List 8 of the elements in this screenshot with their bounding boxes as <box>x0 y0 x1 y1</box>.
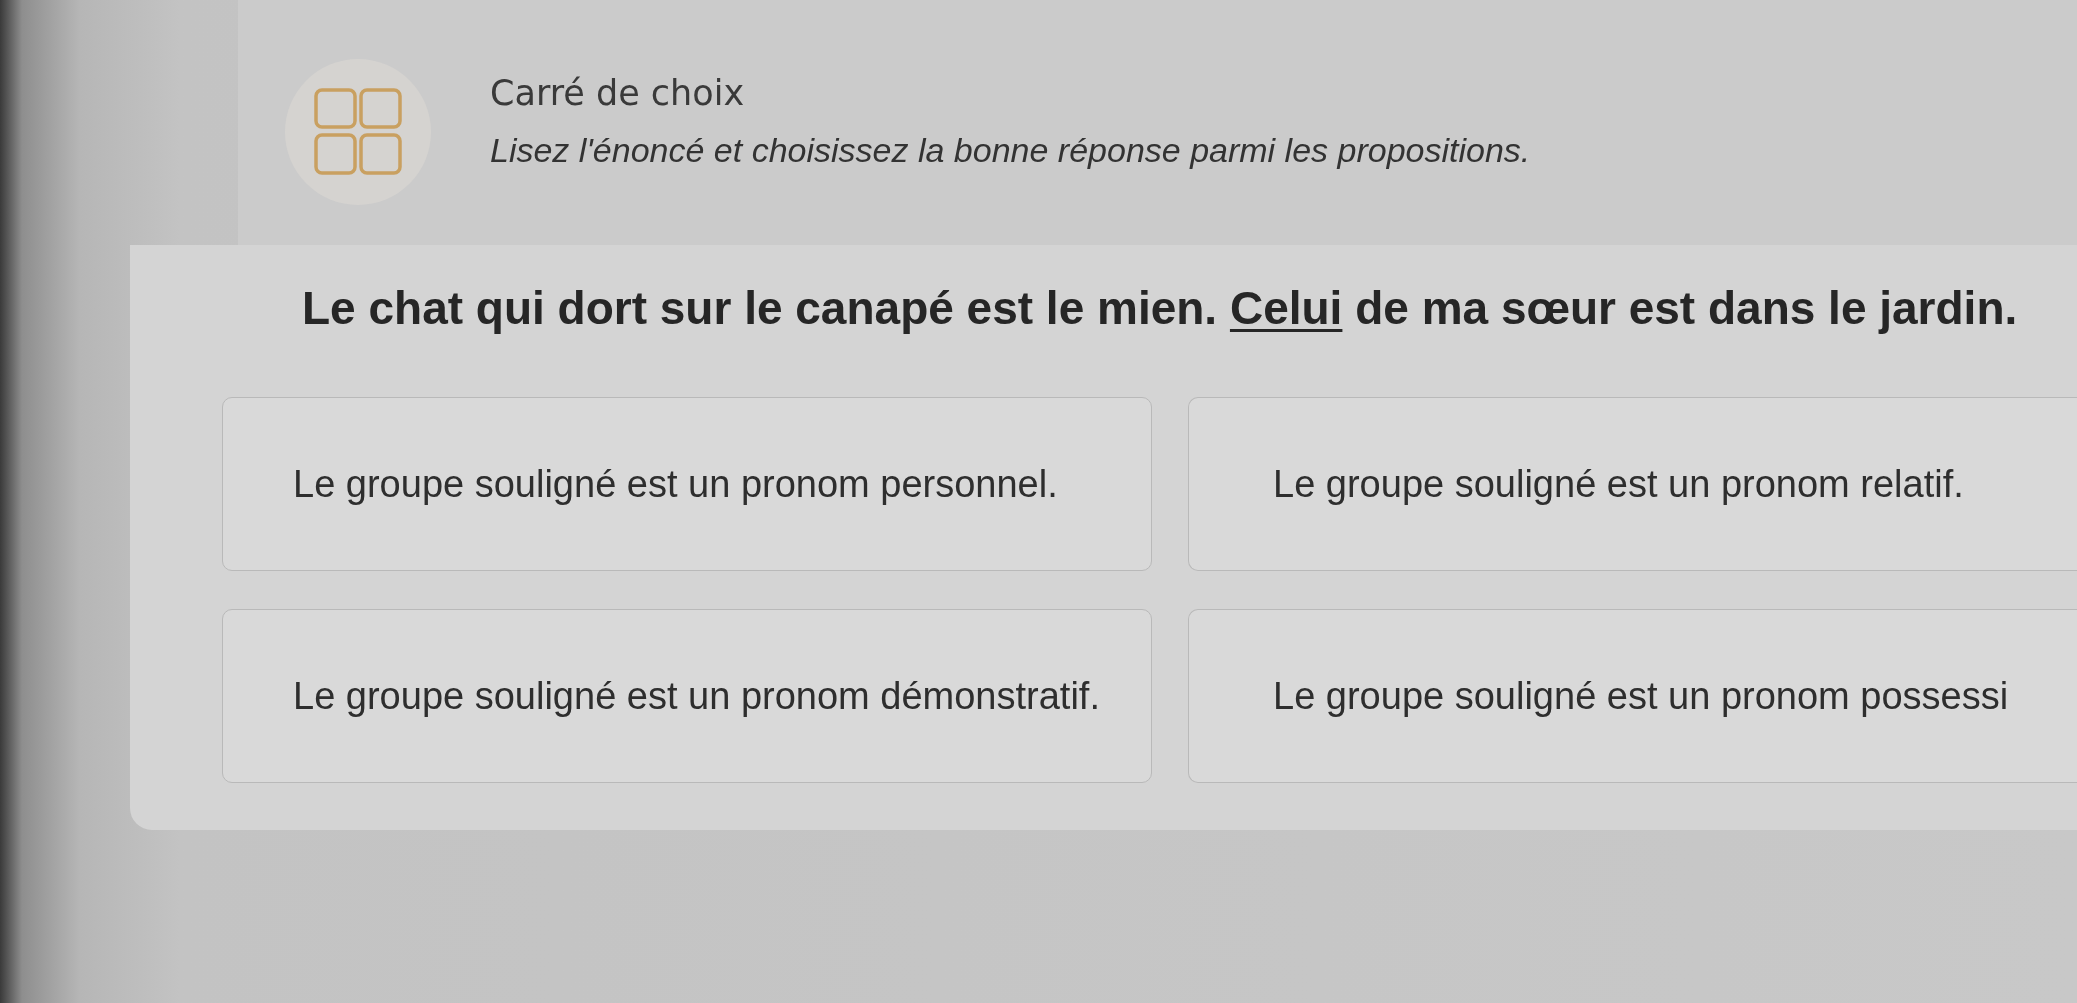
instructions-text: Lisez l'énoncé et choisissez la bonne réponse parmi les propositions. <box>490 131 1531 170</box>
four-squares-icon <box>285 59 431 205</box>
question-sentence: Le chat qui dort sur le canapé est le mien. Celui de ma sœur est dans le jardin. <box>302 281 2018 335</box>
answer-option[interactable]: Le groupe souligné est un pronom démonstratif. <box>222 609 1152 783</box>
activity-title: Carré de choix <box>490 73 745 113</box>
answer-option[interactable]: Le groupe souligné est un pronom personnel. <box>222 397 1152 571</box>
answer-option[interactable]: Le groupe souligné est un pronom possessi <box>1188 609 2077 783</box>
answer-option[interactable]: Le groupe souligné est un pronom relatif. <box>1188 397 2077 571</box>
